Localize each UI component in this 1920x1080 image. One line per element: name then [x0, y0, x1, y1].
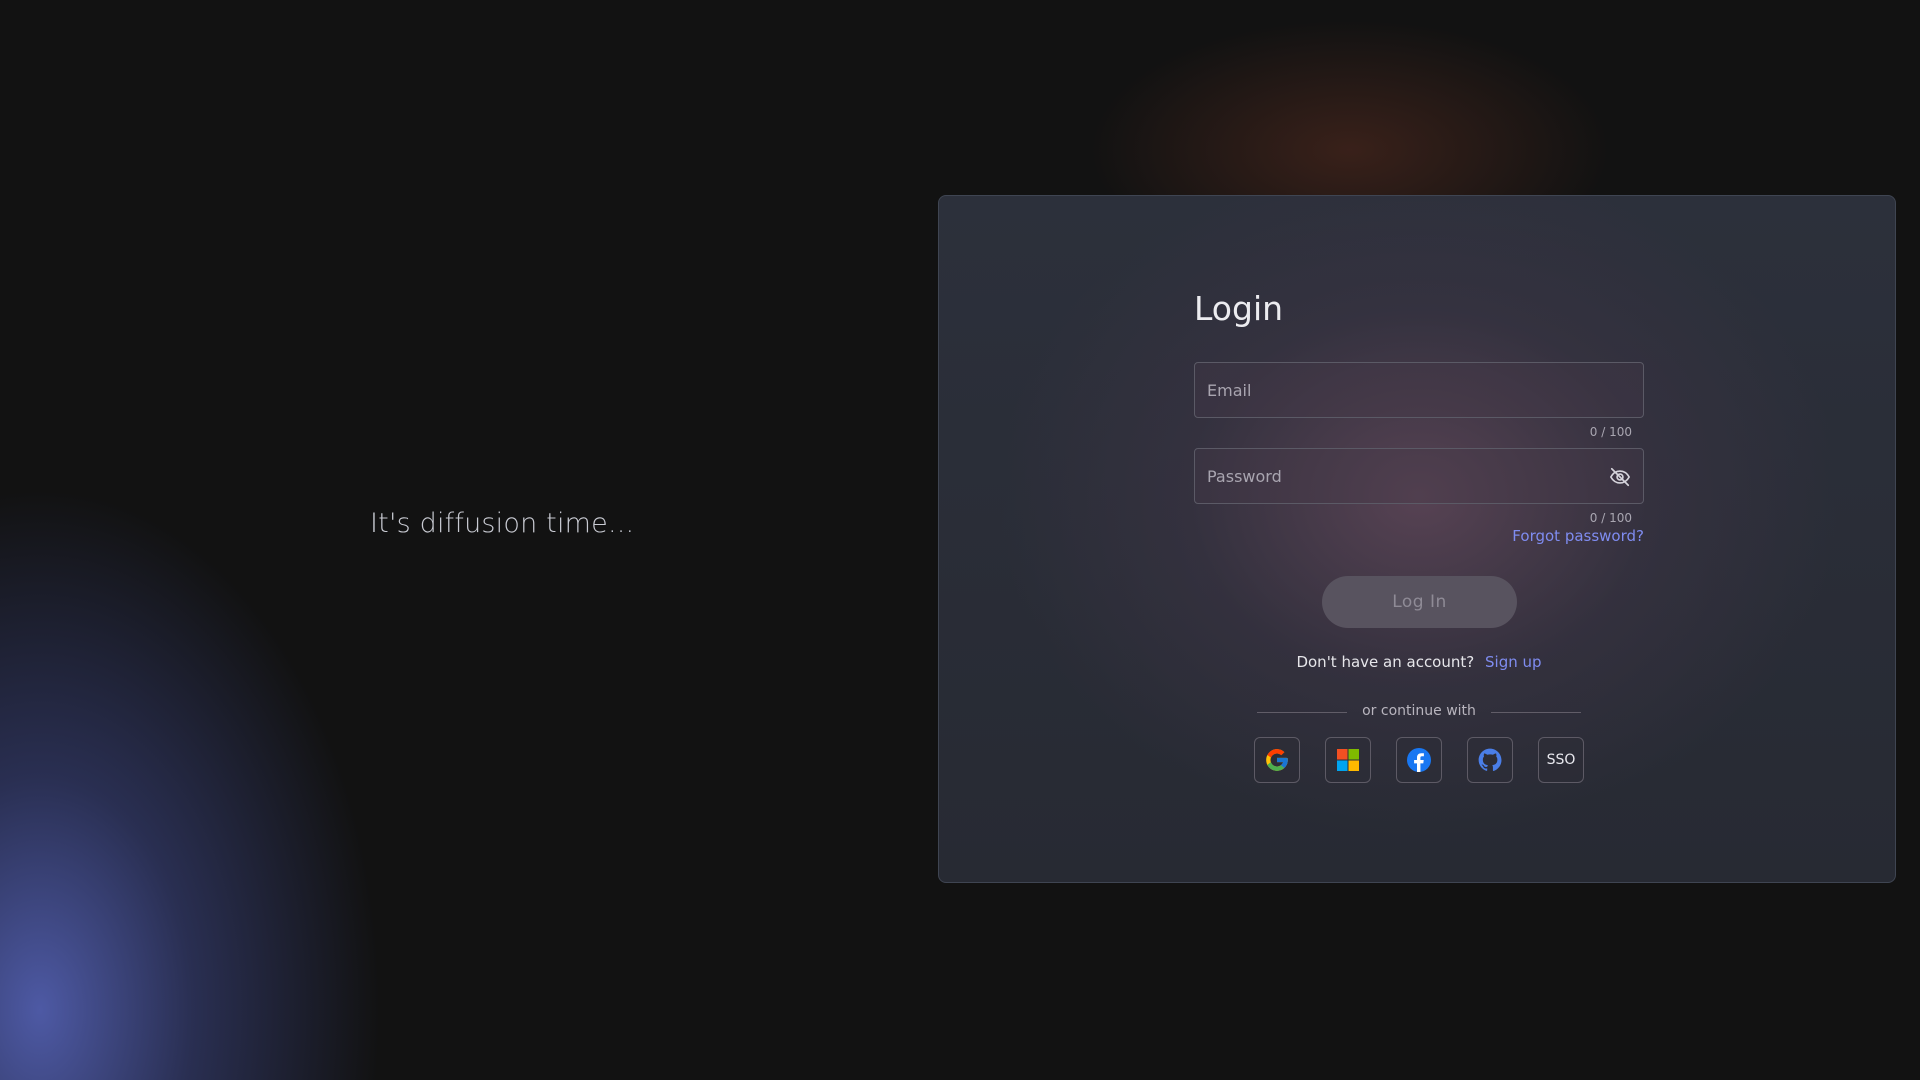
sso-label: SSO	[1546, 752, 1576, 768]
eye-off-icon[interactable]	[1609, 466, 1631, 488]
google-login-button[interactable]	[1254, 737, 1300, 783]
microsoft-icon	[1337, 749, 1359, 771]
divider-line-right	[1491, 712, 1581, 713]
divider-text: or continue with	[1362, 703, 1476, 719]
password-input[interactable]	[1195, 449, 1643, 503]
social-divider: or continue with	[1257, 703, 1581, 721]
signup-row: Don't have an account? Sign up	[1194, 653, 1644, 671]
email-input[interactable]	[1195, 363, 1643, 417]
github-icon	[1478, 748, 1502, 771]
password-field-wrapper	[1194, 448, 1644, 504]
tagline: It's diffusion time...	[370, 508, 635, 539]
page-title: Login	[1194, 289, 1284, 328]
signup-prompt: Don't have an account?	[1296, 653, 1475, 671]
sso-login-button[interactable]: SSO	[1538, 737, 1584, 783]
facebook-icon	[1407, 748, 1431, 772]
social-login-row: SSO	[1254, 737, 1584, 783]
github-login-button[interactable]	[1467, 737, 1513, 783]
login-button[interactable]: Log In	[1322, 576, 1517, 628]
password-char-counter: 0 / 100	[1589, 511, 1632, 525]
email-field-wrapper	[1194, 362, 1644, 418]
login-form: Login 0 / 100 0 / 100 Forgot password? L…	[1194, 196, 1644, 882]
signup-link[interactable]: Sign up	[1485, 653, 1542, 671]
login-page: It's diffusion time... Login 0 / 100 0 /…	[0, 0, 1920, 1080]
facebook-login-button[interactable]	[1396, 737, 1442, 783]
forgot-password-link[interactable]: Forgot password?	[1512, 527, 1644, 545]
microsoft-login-button[interactable]	[1325, 737, 1371, 783]
email-char-counter: 0 / 100	[1589, 425, 1632, 439]
google-icon	[1266, 749, 1288, 771]
login-card: Login 0 / 100 0 / 100 Forgot password? L…	[938, 195, 1896, 883]
